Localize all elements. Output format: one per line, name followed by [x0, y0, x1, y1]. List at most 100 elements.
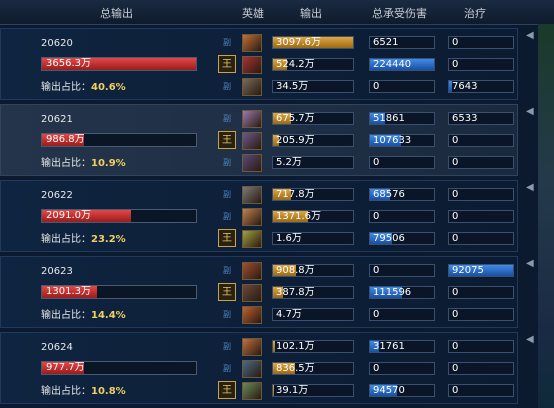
heal-bar: 6533 — [448, 112, 514, 125]
hero-row[interactable]: 副 908.8万 0 92075 — [1, 261, 519, 281]
hero-portrait[interactable] — [242, 382, 262, 400]
player-panel[interactable]: 20620 3656.3万 输出占比：40.6% 副 3097.6万 6521 0 王 524.… — [0, 28, 518, 100]
hero-portrait[interactable] — [242, 154, 262, 172]
hero-row[interactable]: 副 836.5万 0 0 — [1, 359, 519, 379]
output-bar: 387.8万 — [272, 286, 354, 299]
heal-value: 0 — [452, 211, 459, 222]
hero-row[interactable]: 副 5.2万 0 0 — [1, 153, 519, 173]
output-value: 5.2万 — [276, 157, 302, 168]
speaker-icon[interactable]: ◀ — [526, 106, 536, 118]
damage-taken-value: 0 — [373, 309, 380, 320]
heal-bar: 0 — [448, 58, 514, 71]
hero-portrait[interactable] — [242, 110, 262, 128]
player-panel[interactable]: 20621 986.8万 输出占比：10.9% 副 675.7万 51861 6533 王 20… — [0, 104, 518, 176]
heal-bar: 0 — [448, 362, 514, 375]
hero-portrait[interactable] — [242, 34, 262, 52]
damage-taken-value: 94570 — [373, 385, 405, 396]
heal-value: 0 — [452, 157, 459, 168]
hero-row[interactable]: 副 717.8万 68576 0 — [1, 185, 519, 205]
damage-taken-value: 31761 — [373, 341, 405, 352]
hero-row[interactable]: 副 34.5万 0 7643 — [1, 77, 519, 97]
damage-taken-value: 0 — [373, 157, 380, 168]
leader-badge-icon: 王 — [218, 131, 236, 149]
heal-bar: 0 — [448, 210, 514, 223]
speaker-icon[interactable]: ◀ — [526, 334, 536, 346]
heal-value: 0 — [452, 385, 459, 396]
hero-portrait[interactable] — [242, 186, 262, 204]
heal-bar: 0 — [448, 156, 514, 169]
hero-row[interactable]: 副 1371.6万 0 0 — [1, 207, 519, 227]
damage-taken-value: 6521 — [373, 37, 399, 48]
hero-portrait[interactable] — [242, 284, 262, 302]
output-value: 1371.6万 — [276, 211, 321, 222]
stats-header: 总输出 英雄 输出 总承受伤害 治疗 — [0, 0, 554, 25]
output-value: 3097.6万 — [276, 37, 321, 48]
header-output: 输出 — [300, 7, 322, 20]
heal-bar: 0 — [448, 308, 514, 321]
player-panel[interactable]: 20622 2091.0万 输出占比：23.2% 副 717.8万 68576 0 副 1371… — [0, 180, 518, 252]
hero-portrait[interactable] — [242, 56, 262, 74]
damage-taken-value: 51861 — [373, 113, 405, 124]
heal-value: 0 — [452, 287, 459, 298]
hero-row[interactable]: 副 3097.6万 6521 0 — [1, 33, 519, 53]
output-value: 39.1万 — [276, 385, 309, 396]
damage-taken-value: 107633 — [373, 135, 412, 146]
damage-taken-bar: 111596 — [369, 286, 435, 299]
hero-portrait[interactable] — [242, 262, 262, 280]
damage-taken-bar: 224440 — [369, 58, 435, 71]
leader-badge-icon: 王 — [218, 283, 236, 301]
header-hero: 英雄 — [242, 7, 264, 20]
deputy-tag: 副 — [223, 364, 231, 373]
hero-row[interactable]: 副 102.1万 31761 0 — [1, 337, 519, 357]
hero-row[interactable]: 王 205.9万 107633 0 — [1, 131, 519, 151]
damage-taken-bar: 79506 — [369, 232, 435, 245]
output-bar: 39.1万 — [272, 384, 354, 397]
hero-row[interactable]: 副 675.7万 51861 6533 — [1, 109, 519, 129]
heal-value: 0 — [452, 341, 459, 352]
hero-row[interactable]: 王 387.8万 111596 0 — [1, 283, 519, 303]
output-bar: 717.8万 — [272, 188, 354, 201]
hero-portrait[interactable] — [242, 360, 262, 378]
damage-taken-bar: 0 — [369, 80, 435, 93]
heal-bar: 0 — [448, 384, 514, 397]
output-bar: 3097.6万 — [272, 36, 354, 49]
hero-portrait[interactable] — [242, 306, 262, 324]
speaker-icon[interactable]: ◀ — [526, 182, 536, 194]
speaker-icon[interactable]: ◀ — [526, 258, 536, 270]
hero-portrait[interactable] — [242, 132, 262, 150]
damage-taken-bar: 0 — [369, 210, 435, 223]
output-bar: 908.8万 — [272, 264, 354, 277]
hero-portrait[interactable] — [242, 78, 262, 96]
damage-taken-bar: 51861 — [369, 112, 435, 125]
hero-portrait[interactable] — [242, 208, 262, 226]
output-bar: 524.2万 — [272, 58, 354, 71]
player-panel[interactable]: 20624 977.7万 输出占比：10.8% 副 102.1万 31761 0 副 836.5… — [0, 332, 518, 404]
hero-portrait[interactable] — [242, 338, 262, 356]
player-panel[interactable]: 20623 1301.3万 输出占比：14.4% 副 908.8万 0 92075 王 387.… — [0, 256, 518, 328]
hero-row[interactable]: 副 4.7万 0 0 — [1, 305, 519, 325]
hero-portrait[interactable] — [242, 230, 262, 248]
damage-taken-value: 0 — [373, 363, 380, 374]
hero-row[interactable]: 王 524.2万 224440 0 — [1, 55, 519, 75]
damage-taken-value: 68576 — [373, 189, 405, 200]
output-value: 908.8万 — [276, 265, 315, 276]
damage-taken-value: 0 — [373, 265, 380, 276]
speaker-icon[interactable]: ◀ — [526, 30, 536, 42]
damage-taken-value: 224440 — [373, 59, 412, 70]
hero-row[interactable]: 王 1.6万 79506 0 — [1, 229, 519, 249]
output-value: 836.5万 — [276, 363, 315, 374]
deputy-tag: 副 — [223, 342, 231, 351]
heal-bar: 0 — [448, 188, 514, 201]
heal-value: 0 — [452, 233, 459, 244]
output-bar: 1.6万 — [272, 232, 354, 245]
leader-badge-icon: 王 — [218, 229, 236, 247]
output-bar: 675.7万 — [272, 112, 354, 125]
output-bar: 102.1万 — [272, 340, 354, 353]
deputy-tag: 副 — [223, 114, 231, 123]
heal-bar: 92075 — [448, 264, 514, 277]
damage-taken-bar: 0 — [369, 308, 435, 321]
output-bar: 1371.6万 — [272, 210, 354, 223]
heal-bar: 0 — [448, 232, 514, 245]
deputy-tag: 副 — [223, 190, 231, 199]
hero-row[interactable]: 王 39.1万 94570 0 — [1, 381, 519, 401]
